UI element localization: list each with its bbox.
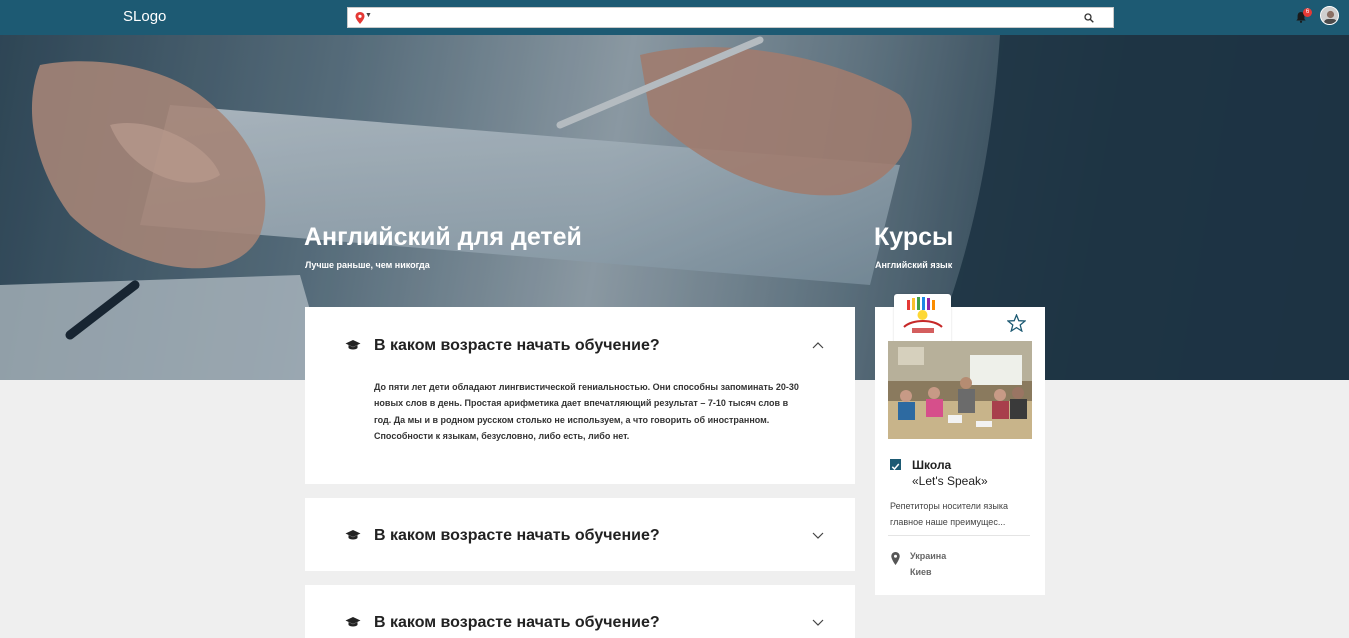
search-icon[interactable] (1084, 13, 1094, 23)
school-card[interactable]: Школа «Let's Speak» Репетиторы носители … (875, 294, 1045, 595)
school-name-secondary[interactable]: «Let's Speak» (912, 474, 988, 488)
faq-item[interactable]: В каком возрасте начать обучение? (305, 498, 855, 571)
notification-badge: 6 (1303, 8, 1312, 17)
school-name[interactable]: Школа (912, 458, 951, 472)
school-country: Украина (910, 551, 947, 561)
map-pin-icon (891, 552, 900, 565)
location-dropdown-caret-icon[interactable]: ▼ (365, 12, 372, 19)
avatar[interactable] (1320, 6, 1339, 25)
faq-question[interactable]: В каком возрасте начать обучение? (374, 614, 660, 632)
search-bar[interactable]: ▼ (347, 7, 1114, 28)
chevron-down-icon[interactable] (812, 532, 824, 540)
logo[interactable]: SLogo (123, 8, 166, 25)
graduation-cap-icon (345, 617, 361, 627)
chevron-down-icon[interactable] (812, 619, 824, 627)
hero-subtitle: Лучше раньше, чем никогда (305, 260, 430, 270)
school-description: Репетиторы носители языка главное наше п… (890, 501, 1008, 527)
divider (888, 535, 1030, 536)
graduation-cap-icon (345, 530, 361, 540)
school-photo (888, 341, 1032, 439)
faq-question[interactable]: В каком возрасте начать обучение? (374, 337, 660, 355)
hero-side-title: Курсы (874, 223, 954, 251)
hero-side-subtitle: Английский язык (875, 260, 953, 270)
verified-checkbox-icon (890, 459, 901, 471)
map-pin-icon[interactable] (355, 12, 365, 24)
faq-item[interactable]: В каком возрасте начать обучение? (305, 585, 855, 638)
search-input[interactable] (376, 10, 1076, 25)
faq-answer: До пяти лет дети обладают лингвистическо… (374, 382, 799, 441)
faq-question[interactable]: В каком возрасте начать обучение? (374, 527, 660, 545)
chevron-up-icon[interactable] (812, 341, 824, 349)
star-outline-icon[interactable] (1007, 314, 1026, 332)
school-logo (894, 294, 951, 348)
school-city: Киев (910, 567, 932, 577)
graduation-cap-icon (345, 340, 361, 350)
faq-item[interactable]: В каком возрасте начать обучение? До пят… (305, 307, 855, 484)
top-bar: SLogo ▼ 6 (0, 0, 1349, 35)
hero-title: Английский для детей (304, 223, 582, 251)
